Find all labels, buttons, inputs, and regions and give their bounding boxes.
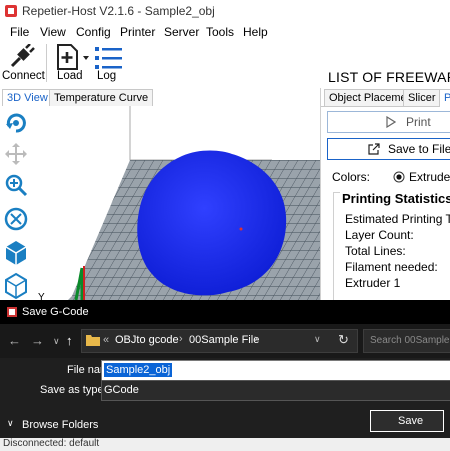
- refresh-icon[interactable]: ↻: [338, 332, 349, 348]
- breadcrumb-separator-icon: ›: [254, 333, 258, 345]
- window-title: Repetier-Host V2.1.6 - Sample2_obj: [22, 4, 215, 18]
- toolbar-separator: [46, 44, 47, 82]
- cube-icon[interactable]: [4, 239, 28, 267]
- stat-layer-count: Layer Count:: [345, 228, 414, 242]
- play-icon: [386, 116, 396, 128]
- left-tabs: 3D View Temperature Curve: [0, 88, 320, 107]
- tab-temperature-curve[interactable]: Temperature Curve: [49, 89, 154, 106]
- load-file-icon: [57, 44, 78, 70]
- zoom-icon[interactable]: [4, 173, 28, 197]
- dialog-navigation: ← → ∨ ↑ « OBJto gcode › 00Sample File › …: [0, 324, 450, 358]
- status-bar: Disconnected: default: [0, 438, 450, 451]
- 3d-viewport[interactable]: Y: [32, 106, 320, 300]
- save-as-type-select[interactable]: GCode: [101, 380, 450, 401]
- export-icon: [368, 143, 380, 155]
- folder-icon: [86, 335, 100, 346]
- browse-folders-label: Browse Folders: [22, 419, 99, 431]
- breadcrumb-objto-gcode[interactable]: OBJto gcode: [115, 334, 179, 346]
- connect-label: Connect: [2, 70, 45, 82]
- repetier-app-icon: [5, 5, 17, 17]
- move-icon[interactable]: [4, 142, 28, 166]
- file-name-field[interactable]: Sample2_obj: [101, 360, 450, 381]
- rotate-icon[interactable]: [4, 111, 28, 135]
- chevron-down-icon: ∨: [7, 418, 14, 428]
- up-arrow-icon[interactable]: ↑: [66, 333, 73, 348]
- save-app-icon: [7, 307, 17, 317]
- tab-printer[interactable]: P: [439, 89, 450, 107]
- fit-view-icon[interactable]: [4, 207, 28, 231]
- dialog-title: Save G-Code: [22, 306, 89, 318]
- stat-estimated-time: Estimated Printing T: [345, 212, 450, 226]
- menu-config[interactable]: Config: [76, 25, 111, 39]
- breadcrumb-separator-icon: ›: [179, 333, 183, 345]
- print-label: Print: [406, 115, 431, 129]
- menu-bar: File View Config Printer Server Tools He…: [0, 22, 450, 42]
- dialog-title-bar: Save G-Code: [0, 300, 450, 324]
- browse-folders-toggle[interactable]: ∨ Browse Folders: [0, 408, 120, 438]
- menu-file[interactable]: File: [10, 25, 29, 39]
- address-dropdown-icon[interactable]: ∨: [314, 334, 321, 345]
- menu-server[interactable]: Server: [164, 25, 199, 39]
- extruder-option-label: Extrude: [409, 170, 450, 184]
- tab-slicer[interactable]: Slicer: [403, 89, 441, 106]
- save-gcode-dialog: Save G-Code ← → ∨ ↑ « OBJto gcode › 00Sa…: [0, 300, 450, 438]
- back-arrow-icon[interactable]: ←: [8, 333, 21, 348]
- search-placeholder: Search 00Sample File: [370, 335, 450, 346]
- save-to-file-label: Save to File: [388, 142, 450, 156]
- save-to-file-button[interactable]: Save to File: [327, 138, 450, 160]
- menu-view[interactable]: View: [40, 25, 66, 39]
- load-button[interactable]: Load: [50, 42, 90, 86]
- axis-y-label: Y: [38, 292, 45, 300]
- save-button[interactable]: Save: [370, 410, 444, 432]
- save-as-type-value: GCode: [104, 384, 139, 396]
- menu-tools[interactable]: Tools: [206, 25, 234, 39]
- print-bed-scene: Y: [38, 106, 320, 300]
- forward-arrow-icon[interactable]: →: [31, 333, 44, 348]
- colors-label: Colors:: [332, 170, 371, 184]
- connection-status: Disconnected: default: [3, 438, 100, 449]
- view-tool-column: [0, 106, 32, 300]
- menu-help[interactable]: Help: [243, 25, 268, 39]
- extruder-radio[interactable]: [393, 171, 405, 183]
- search-input[interactable]: Search 00Sample File: [363, 329, 450, 353]
- log-list-icon: [95, 47, 122, 69]
- address-bar[interactable]: « OBJto gcode › 00Sample File › ∨ ↻: [81, 329, 358, 353]
- save-button-label: Save: [398, 415, 424, 427]
- recent-chevron-icon[interactable]: ∨: [53, 336, 60, 347]
- right-panel: Object Placement Slicer P Print Save to …: [320, 88, 450, 300]
- breadcrumb-overflow[interactable]: «: [103, 334, 109, 346]
- title-bar: Repetier-Host V2.1.6 - Sample2_obj: [0, 0, 450, 22]
- print-button[interactable]: Print: [327, 111, 450, 133]
- save-as-type-label: Save as type:: [40, 384, 107, 396]
- plug-icon: [10, 44, 35, 68]
- load-label: Load: [57, 70, 83, 82]
- tab-3d-view[interactable]: 3D View: [2, 89, 53, 107]
- right-tabs: Object Placement Slicer P: [321, 88, 450, 107]
- statistics-title: Printing Statistics: [340, 191, 450, 206]
- menu-printer[interactable]: Printer: [120, 25, 155, 39]
- chevron-down-icon[interactable]: [83, 56, 89, 61]
- stat-total-lines: Total Lines:: [345, 244, 406, 258]
- connect-button[interactable]: Connect: [2, 42, 45, 86]
- 3d-model[interactable]: [137, 150, 287, 296]
- log-label: Log: [97, 70, 117, 82]
- stat-extruder-1: Extruder 1: [345, 276, 401, 290]
- cube-outline-icon[interactable]: [4, 272, 28, 300]
- stat-filament-needed: Filament needed:: [345, 260, 438, 274]
- log-button[interactable]: Log: [93, 42, 125, 86]
- breadcrumb-00sample-file[interactable]: 00Sample File: [189, 334, 259, 346]
- file-name-value: Sample2_obj: [104, 363, 173, 377]
- freeware-banner: LIST OF FREEWARE: [328, 69, 450, 85]
- printing-statistics-box: Printing Statistics Estimated Printing T…: [333, 191, 450, 300]
